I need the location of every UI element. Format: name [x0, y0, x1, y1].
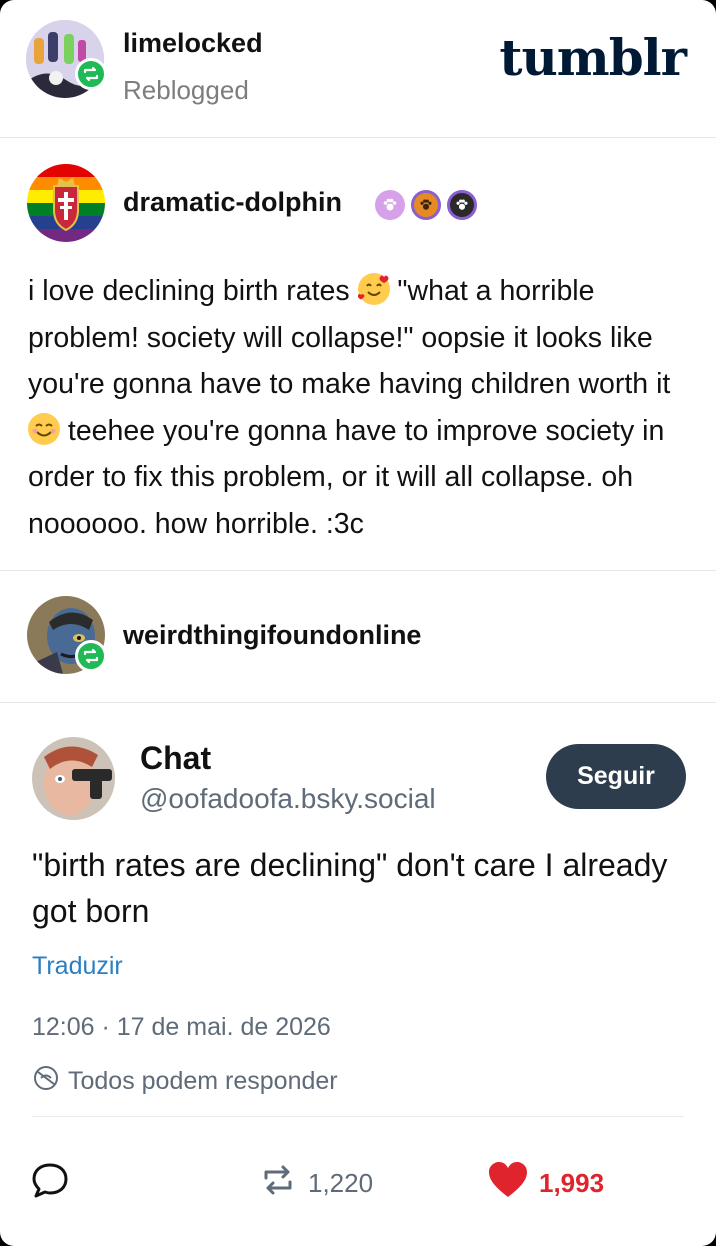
chat-display-name[interactable]: Chat [140, 740, 211, 777]
smiling-face-icon [28, 412, 60, 445]
reply-button[interactable] [30, 1160, 70, 1207]
embed-post-text: "birth rates are declining" don't care I… [32, 847, 668, 929]
paw-badge-orange-icon [411, 190, 441, 220]
globe-restricted-icon [32, 1064, 60, 1099]
follow-button[interactable]: Seguir [546, 744, 686, 809]
header-username[interactable]: limelocked [123, 28, 263, 59]
like-button[interactable]: 1,993 [487, 1160, 604, 1207]
chat-handle[interactable]: @oofadoofa.bsky.social [140, 783, 436, 815]
tumblr-logo[interactable]: tumblr [499, 28, 687, 87]
repost-count: 1,220 [308, 1168, 374, 1198]
smiling-face-with-hearts-icon [357, 273, 390, 305]
op-post-text: i love declining birth rates "what a hor… [28, 268, 698, 547]
divider [32, 1116, 684, 1117]
paw-badge-purple-icon [375, 190, 405, 220]
divider [0, 137, 716, 138]
tumblr-post-card: limelocked Reblogged tumblr dramatic-dol… [0, 0, 716, 1246]
like-count: 1,993 [539, 1168, 605, 1198]
heart-icon [487, 1160, 529, 1207]
repost-icon [258, 1160, 298, 1207]
reblogged-label: Reblogged [123, 75, 249, 105]
reply-setting-label: Todos podem responder [68, 1067, 338, 1095]
divider [0, 702, 716, 703]
reply-setting: Todos podem responder [32, 1064, 338, 1099]
divider [0, 570, 716, 571]
dramatic-dolphin-avatar[interactable] [27, 164, 105, 242]
paw-badge-dark-icon [447, 190, 477, 220]
op-username[interactable]: dramatic-dolphin [123, 187, 342, 218]
reblog-badge-icon [75, 58, 107, 90]
op-text-part: i love declining birth rates [28, 275, 358, 307]
reblogger-username[interactable]: weirdthingifoundonline [123, 620, 421, 651]
speech-bubble-icon [30, 1160, 70, 1207]
translate-link[interactable]: Traduzir [32, 952, 123, 981]
repost-button[interactable]: 1,220 [258, 1160, 373, 1207]
post-timestamp: 12:06 · 17 de mai. de 2026 [32, 1013, 331, 1041]
chat-avatar[interactable] [32, 737, 115, 820]
reblog-badge-icon [75, 640, 107, 672]
op-text-part: teehee you're gonna have to improve soci… [28, 414, 665, 540]
